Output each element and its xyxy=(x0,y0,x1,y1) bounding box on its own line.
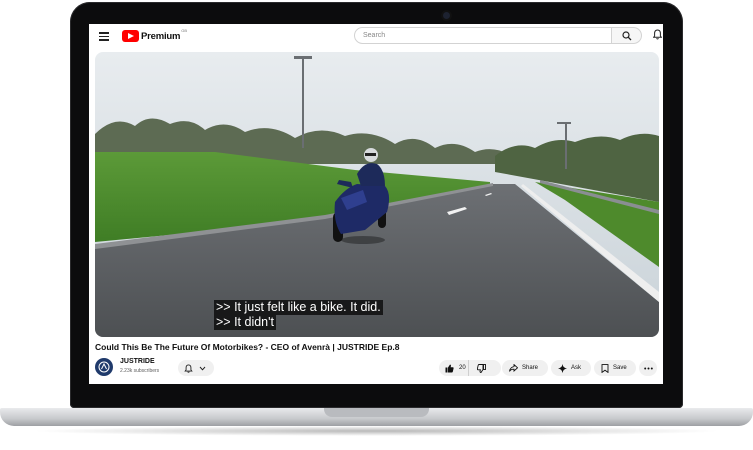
like-count: 20 xyxy=(459,365,466,371)
search-input[interactable]: Search xyxy=(354,27,612,44)
screen: Premium GB Search >> It just felt like a… xyxy=(89,24,663,384)
save-icon xyxy=(601,363,609,373)
video-player[interactable]: >> It just felt like a bike. It did. >> … xyxy=(95,52,659,337)
save-button[interactable]: Save xyxy=(594,360,636,376)
avatar-icon xyxy=(98,361,110,373)
laptop-frame: Premium GB Search >> It just felt like a… xyxy=(0,0,753,450)
bell-subscribe-icon xyxy=(184,363,193,373)
top-bar: Premium GB Search xyxy=(89,24,663,48)
share-icon xyxy=(509,364,518,372)
bell-icon[interactable] xyxy=(653,29,662,40)
share-button[interactable]: Share xyxy=(502,360,548,376)
youtube-logo[interactable]: Premium GB xyxy=(122,28,188,43)
caption-line-1: >> It just felt like a bike. It did. xyxy=(214,300,383,315)
subscriber-count: 2.23k subscribers xyxy=(120,368,160,374)
dislike-button[interactable] xyxy=(469,360,486,376)
video-title: Could This Be The Future Of Motorbikes? … xyxy=(95,342,400,352)
ask-button[interactable]: Ask xyxy=(551,360,591,376)
like-button[interactable]: 20 xyxy=(439,360,469,376)
more-icon xyxy=(643,367,653,369)
webcam xyxy=(443,12,450,19)
caption-line-2: >> It didn't xyxy=(214,315,276,330)
more-button[interactable] xyxy=(639,360,657,376)
save-label: Save xyxy=(613,365,627,371)
logo-text: Premium xyxy=(141,30,181,42)
search-icon xyxy=(622,31,632,41)
like-dislike-group: 20 xyxy=(439,360,501,376)
video-frame xyxy=(95,52,659,337)
thumbs-down-icon xyxy=(477,363,486,373)
subscribed-button[interactable] xyxy=(178,360,214,376)
logo-region: GB xyxy=(181,28,188,33)
video-captions: >> It just felt like a bike. It did. >> … xyxy=(214,300,383,330)
chevron-down-icon xyxy=(199,366,206,371)
sparkle-icon xyxy=(558,363,567,373)
laptop-notch xyxy=(324,408,429,417)
ask-label: Ask xyxy=(571,365,582,371)
channel-avatar[interactable] xyxy=(95,358,113,376)
youtube-logo-icon xyxy=(122,30,139,42)
laptop-shadow xyxy=(30,426,723,436)
channel-name[interactable]: JUSTRIDE xyxy=(120,358,155,365)
search-button[interactable] xyxy=(612,27,642,44)
share-label: Share xyxy=(522,365,539,371)
menu-icon[interactable] xyxy=(99,32,109,41)
thumbs-up-icon xyxy=(445,364,454,372)
